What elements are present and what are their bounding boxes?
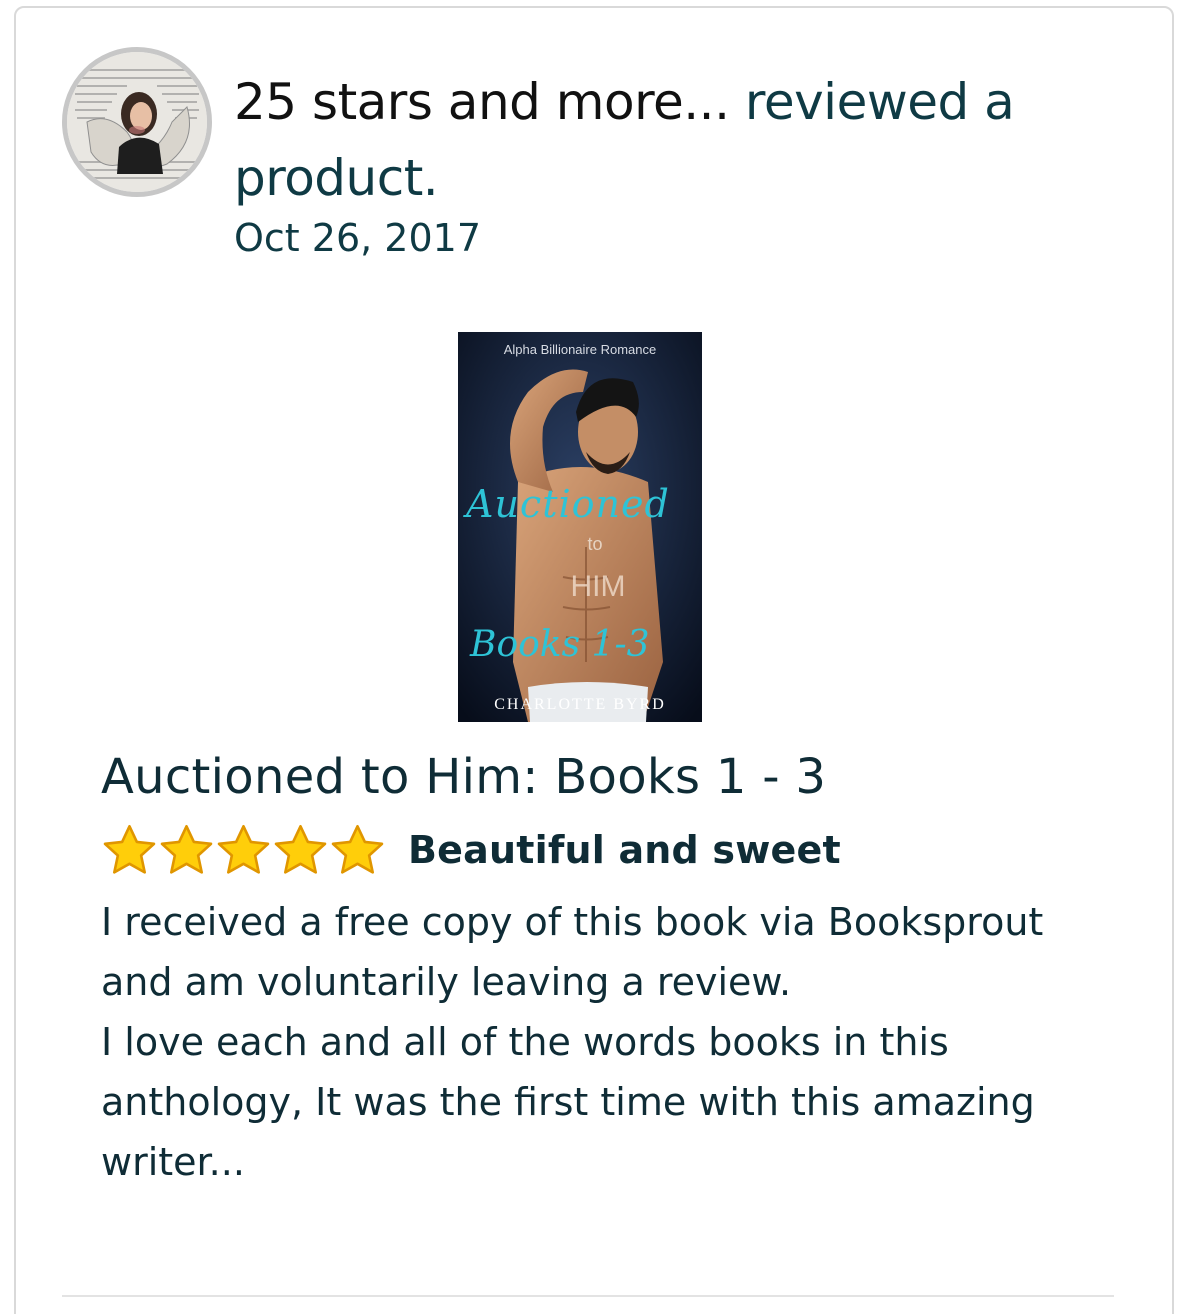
- star-icon: [331, 824, 384, 874]
- rating-row: Beautiful and sweet: [101, 818, 841, 882]
- review-paragraph: I love each and all of the words books i…: [101, 1020, 1035, 1184]
- divider: [62, 1295, 1114, 1297]
- reviewer-name[interactable]: 25 stars and more...: [234, 73, 730, 131]
- avatar-image: [67, 52, 207, 192]
- cover-title-him: HIM: [570, 570, 626, 603]
- cover-series: Books 1-3: [470, 624, 650, 665]
- review-paragraph: I received a free copy of this book via …: [101, 900, 1044, 1004]
- review-header: 25 stars and more... reviewed a product.: [234, 64, 1114, 216]
- review-body: I received a free copy of this book via …: [101, 892, 1061, 1192]
- cover-title-to: to: [587, 534, 603, 554]
- cover-title-script: Auctioned: [466, 482, 670, 526]
- star-icon: [217, 824, 270, 874]
- product-cover-image[interactable]: Alpha Billionaire Romance Auctioned to H…: [458, 332, 702, 722]
- review-headline: Beautiful and sweet: [408, 828, 841, 872]
- star-rating: [101, 822, 386, 879]
- star-icon: [103, 824, 156, 874]
- star-icon: [160, 824, 213, 874]
- cover-tagline: Alpha Billionaire Romance: [503, 342, 657, 357]
- reviewer-avatar[interactable]: [62, 47, 212, 197]
- star-icon: [274, 824, 327, 874]
- review-date: Oct 26, 2017: [234, 216, 481, 260]
- cover-author: CHARLOTTE BYRD: [494, 696, 666, 713]
- product-title[interactable]: Auctioned to Him: Books 1 - 3: [101, 746, 826, 808]
